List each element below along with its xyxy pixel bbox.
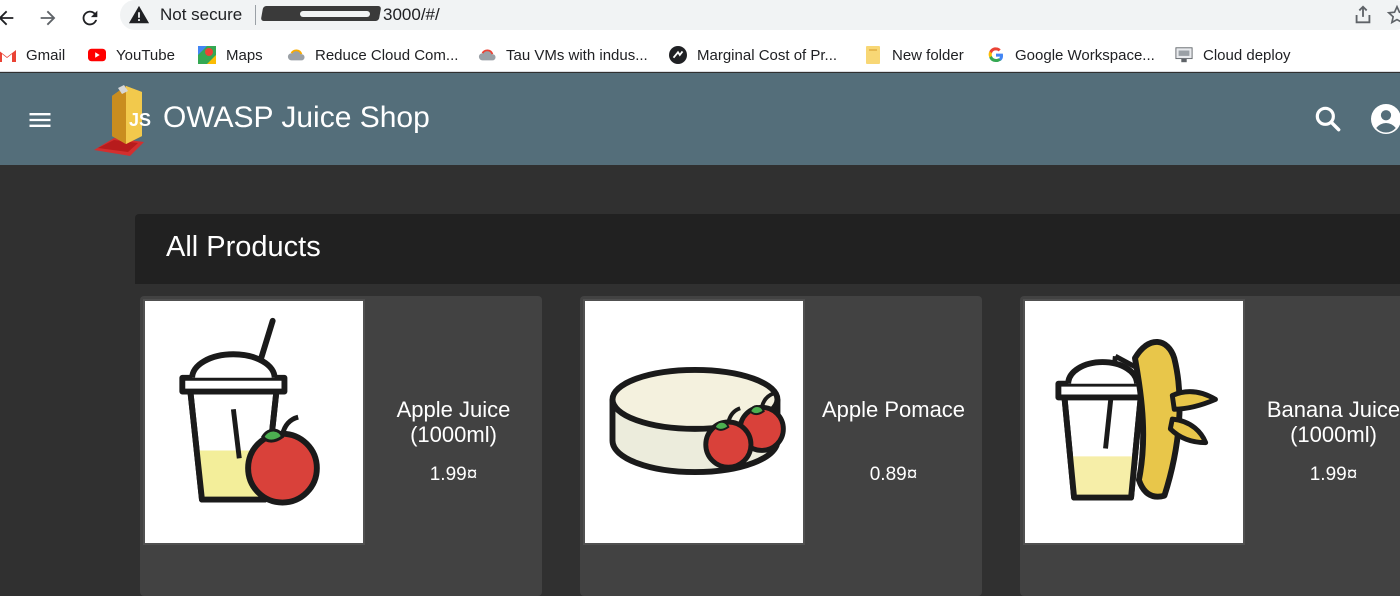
- security-label[interactable]: Not secure: [160, 5, 242, 25]
- google-icon: [987, 46, 1005, 64]
- products-heading-bar: All Products: [135, 214, 1400, 284]
- banana-juice-image: [1055, 339, 1218, 501]
- product-name: Apple Juice (1000ml): [396, 397, 511, 447]
- arrow-right-icon: [40, 10, 56, 26]
- app-title[interactable]: OWASP Juice Shop: [163, 101, 430, 135]
- product-name: Banana Juice (1000ml): [1266, 397, 1400, 447]
- main-content: All Products Apple Juice (1000ml) 1.99¤: [0, 165, 1400, 596]
- search-icon: [1315, 106, 1341, 132]
- page-title: All Products: [166, 231, 321, 263]
- bookmark-label: Google Workspace...: [1015, 46, 1155, 64]
- product-info: Apple Pomace 0.89¤: [805, 296, 982, 546]
- folder-icon: [864, 46, 882, 64]
- apple-juice-image: [179, 317, 320, 506]
- bookmark-label: Maps: [226, 46, 263, 64]
- forward-button[interactable]: [34, 4, 62, 32]
- product-image[interactable]: [1023, 299, 1245, 545]
- apple-pomace-image: [609, 367, 786, 476]
- bookmark-gmail[interactable]: Gmail: [0, 44, 65, 66]
- bookmark-new-folder[interactable]: New folder: [864, 44, 964, 66]
- bookmark-label: New folder: [892, 46, 964, 64]
- juice-shop-logo[interactable]: JS: [92, 82, 158, 158]
- svg-text:JS: JS: [129, 110, 151, 130]
- gmail-icon: [0, 46, 16, 64]
- back-button[interactable]: [0, 4, 20, 32]
- bookmark-reduce-cloud[interactable]: Reduce Cloud Com...: [287, 44, 458, 66]
- bookmark-star-icon[interactable]: [1386, 4, 1400, 31]
- bookmark-label: Gmail: [26, 46, 66, 64]
- youtube-icon: [88, 46, 106, 64]
- product-image[interactable]: [143, 299, 365, 545]
- product-card-apple-pomace[interactable]: Apple Pomace 0.89¤: [580, 296, 982, 596]
- search-button[interactable]: [1312, 103, 1344, 135]
- redacted-host-gap: [300, 11, 370, 17]
- url-text[interactable]: 3000/#/: [383, 5, 440, 25]
- product-price: 1.99¤: [429, 464, 478, 485]
- bookmark-marginal-cost[interactable]: Marginal Cost of Pr...: [669, 44, 837, 66]
- product-info: Banana Juice (1000ml) 1.99¤: [1245, 296, 1400, 546]
- cloud-icon: [478, 46, 496, 64]
- bookmark-label: Cloud deploy: [1203, 46, 1291, 64]
- product-card-apple-juice[interactable]: Apple Juice (1000ml) 1.99¤: [140, 296, 542, 596]
- hamburger-menu-icon: [29, 113, 51, 127]
- browser-top-bar: Not secure 3000/#/: [0, 0, 1400, 36]
- bookmark-label: Tau VMs with indus...: [506, 46, 648, 64]
- bookmark-label: Marginal Cost of Pr...: [697, 46, 838, 64]
- cloud-icon: [287, 46, 305, 64]
- product-info: Apple Juice (1000ml) 1.99¤: [365, 296, 542, 546]
- arrow-left-icon: [0, 10, 14, 26]
- address-divider: [255, 5, 256, 25]
- product-name: Apple Pomace: [821, 397, 966, 422]
- bookmarks-bar: Gmail YouTube Maps Reduce Cloud Com... T…: [0, 36, 1400, 72]
- bookmark-maps[interactable]: Maps: [198, 44, 263, 66]
- reload-icon: [82, 10, 98, 26]
- product-price: 1.99¤: [1309, 464, 1358, 485]
- bookmark-label: YouTube: [116, 46, 175, 64]
- bookmark-google-workspace[interactable]: Google Workspace...: [987, 44, 1155, 66]
- warning-icon[interactable]: [128, 4, 150, 31]
- share-icon[interactable]: [1352, 4, 1374, 31]
- bookmark-cloud-deploy[interactable]: Cloud deploy: [1175, 44, 1291, 66]
- bookmark-tau-vms[interactable]: Tau VMs with indus...: [478, 44, 648, 66]
- app-toolbar: JS OWASP Juice Shop: [0, 73, 1400, 165]
- product-image[interactable]: [583, 299, 805, 545]
- account-circle-icon: [1371, 104, 1400, 134]
- bookmark-label: Reduce Cloud Com...: [315, 46, 459, 64]
- reload-button[interactable]: [76, 4, 104, 32]
- product-price: 0.89¤: [869, 464, 918, 485]
- maps-icon: [198, 46, 216, 64]
- account-button[interactable]: [1368, 101, 1400, 137]
- bookmark-youtube[interactable]: YouTube: [88, 44, 175, 66]
- menu-button[interactable]: [26, 106, 54, 134]
- deploy-icon: [1175, 46, 1193, 64]
- site-icon: [669, 46, 687, 64]
- product-card-banana-juice[interactable]: Banana Juice (1000ml) 1.99¤: [1020, 296, 1400, 596]
